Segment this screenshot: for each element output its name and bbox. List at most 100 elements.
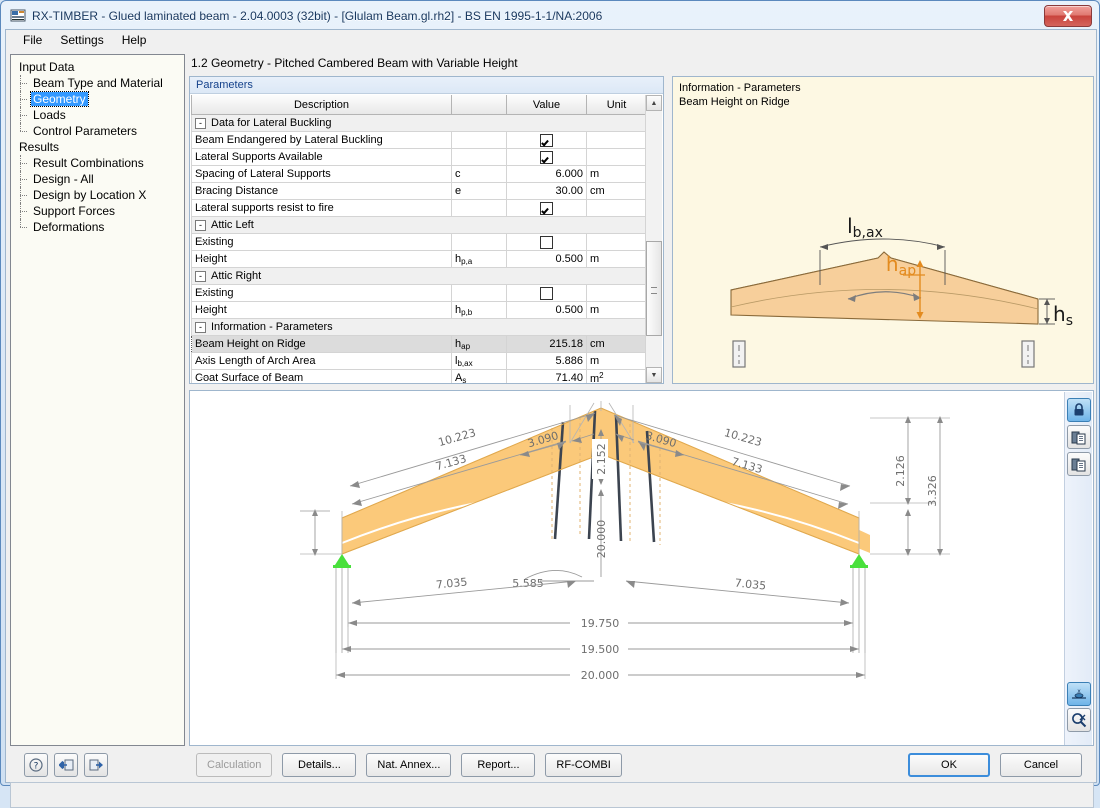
sidebar-item-design-all[interactable]: Design - All <box>17 171 184 187</box>
menu-file[interactable]: File <box>14 31 51 49</box>
group-label: Data for Lateral Buckling <box>211 117 332 129</box>
figure-label-hap-sub: ap <box>899 263 917 279</box>
table-group-row[interactable]: - Data for Lateral Buckling <box>191 114 647 132</box>
dim-bottom-right: 7.035 <box>734 576 767 592</box>
table-row[interactable]: Beam Endangered by Lateral Buckling <box>191 131 647 149</box>
checkbox-beam-endangered[interactable] <box>540 133 553 147</box>
sidebar-item-geometry[interactable]: Geometry <box>17 91 184 107</box>
row-unit: m <box>586 352 647 370</box>
collapse-icon[interactable]: - <box>195 321 206 333</box>
scroll-down-arrow[interactable]: ▼ <box>646 367 662 383</box>
row-value[interactable]: 0.500 <box>506 301 587 319</box>
zoom-reset-icon[interactable] <box>1067 708 1091 732</box>
checkbox-attic-right-existing[interactable] <box>540 286 553 300</box>
column-header-symbol[interactable] <box>451 95 507 115</box>
footer-toolbar: ? Calculation Details... Nat. Annex... R… <box>10 750 1094 780</box>
table-row[interactable]: Existing <box>191 233 647 251</box>
scroll-thumb[interactable] <box>646 241 662 336</box>
svg-text:?: ? <box>34 762 39 772</box>
row-value[interactable]: 0.500 <box>506 250 587 268</box>
tree-label: Control Parameters <box>33 124 138 138</box>
table-group-row[interactable]: - Attic Left <box>191 216 647 234</box>
row-value[interactable]: 30.00 <box>506 182 587 200</box>
next-icon[interactable] <box>84 753 108 777</box>
svg-text:lb,ax: lb,ax <box>847 214 883 241</box>
beam-geometry-drawing: 10.223 7.133 3.090 10.223 7.133 3.090 2.… <box>300 401 950 683</box>
close-button[interactable] <box>1044 5 1092 27</box>
lock-icon[interactable] <box>1066 398 1091 422</box>
table-row[interactable]: Spacing of Lateral Supports c 6.000 m <box>191 165 647 183</box>
parameters-table-viewport[interactable]: Description Value Unit - Data for Lateral… <box>191 95 662 383</box>
row-symbol: hap <box>451 335 507 353</box>
checkbox-lateral-supports-fire[interactable] <box>540 201 553 215</box>
row-value[interactable] <box>506 131 587 149</box>
sidebar-item-control-parameters[interactable]: Control Parameters <box>17 123 184 139</box>
table-row[interactable]: Bracing Distance e 30.00 cm <box>191 182 647 200</box>
info-line-2: Beam Height on Ridge <box>679 96 790 108</box>
sidebar-item-loads[interactable]: Loads <box>17 107 184 123</box>
table-group-row[interactable]: - Attic Right <box>191 267 647 285</box>
sidebar-item-support-forces[interactable]: Support Forces <box>17 203 184 219</box>
beam-reference-figure: lb,ax h ap hs <box>730 214 1073 368</box>
menu-help[interactable]: Help <box>113 31 156 49</box>
print-graphic-icon[interactable] <box>1066 452 1091 476</box>
scroll-up-arrow[interactable]: ▲ <box>646 95 662 111</box>
table-row[interactable]: Height hp,b 0.500 m <box>191 301 647 319</box>
row-value[interactable]: 5.886 <box>506 352 587 370</box>
column-header-description[interactable]: Description <box>191 95 452 115</box>
navigation-tree[interactable]: Input Data Beam Type and Material Geomet… <box>10 54 185 746</box>
row-value[interactable] <box>506 199 587 217</box>
table-row[interactable]: Lateral Supports Available <box>191 148 647 166</box>
table-row[interactable]: Lateral supports resist to fire <box>191 199 647 217</box>
cancel-button[interactable]: Cancel <box>1000 753 1082 777</box>
menu-settings[interactable]: Settings <box>51 31 112 49</box>
sidebar-item-design-by-location-x[interactable]: Design by Location X <box>17 187 184 203</box>
row-description: Height <box>191 301 452 319</box>
drawing-area[interactable]: 10.223 7.133 3.090 10.223 7.133 3.090 2.… <box>189 390 1094 746</box>
row-description: Beam Height on Ridge <box>191 335 452 353</box>
details-button[interactable]: Details... <box>282 753 357 777</box>
figure-label-hs: h <box>1053 302 1066 326</box>
scroll-track[interactable] <box>646 111 662 367</box>
rf-combi-button[interactable]: RF-COMBI <box>545 753 622 777</box>
row-value[interactable] <box>506 148 587 166</box>
table-row[interactable]: Axis Length of Arch Area lb,ax 5.886 m <box>191 352 647 370</box>
row-description: Existing <box>191 284 452 302</box>
table-row[interactable]: Existing <box>191 284 647 302</box>
checkbox-lateral-supports-available[interactable] <box>540 150 553 164</box>
collapse-icon[interactable]: - <box>195 270 206 282</box>
x-location-icon[interactable]: x <box>1067 682 1091 706</box>
row-value[interactable] <box>506 284 587 302</box>
calculation-button[interactable]: Calculation <box>196 753 273 777</box>
row-value[interactable]: 71.40 <box>506 369 587 383</box>
previous-icon[interactable] <box>54 753 78 777</box>
sidebar-item-result-combinations[interactable]: Result Combinations <box>17 155 184 171</box>
column-header-value[interactable]: Value <box>506 95 587 115</box>
group-cell: - Attic Right <box>191 267 647 285</box>
national-annex-button[interactable]: Nat. Annex... <box>366 753 452 777</box>
row-value[interactable]: 6.000 <box>506 165 587 183</box>
row-symbol: hp,a <box>451 250 507 268</box>
collapse-icon[interactable]: - <box>195 117 206 129</box>
row-value[interactable]: 215.18 <box>506 335 587 353</box>
row-symbol: As <box>451 369 507 383</box>
desc-text: Beam Endangered by Lateral Buckling <box>195 134 383 146</box>
copy-to-clipboard-icon[interactable] <box>1066 425 1091 449</box>
checkbox-attic-left-existing[interactable] <box>540 235 553 249</box>
help-icon[interactable]: ? <box>24 753 48 777</box>
table-row[interactable]: Coat Surface of Beam As 71.40 m2 <box>191 369 647 383</box>
table-row-selected[interactable]: Beam Height on Ridge hap 215.18 cm <box>191 335 647 353</box>
sidebar-item-deformations[interactable]: Deformations <box>17 219 184 235</box>
dim-right-v1: 2.126 <box>894 455 907 487</box>
sidebar-item-beam-type-and-material[interactable]: Beam Type and Material <box>17 75 184 91</box>
row-value[interactable] <box>506 233 587 251</box>
column-header-unit[interactable]: Unit <box>586 95 647 115</box>
report-button[interactable]: Report... <box>461 753 536 777</box>
ok-button[interactable]: OK <box>908 753 990 777</box>
table-group-row[interactable]: - Information - Parameters <box>191 318 647 336</box>
row-unit <box>586 148 647 166</box>
parameters-scrollbar[interactable]: ▲ ▼ <box>645 95 662 383</box>
menu-bar: File Settings Help <box>6 30 1096 51</box>
collapse-icon[interactable]: - <box>195 219 206 231</box>
table-row[interactable]: Height hp,a 0.500 m <box>191 250 647 268</box>
